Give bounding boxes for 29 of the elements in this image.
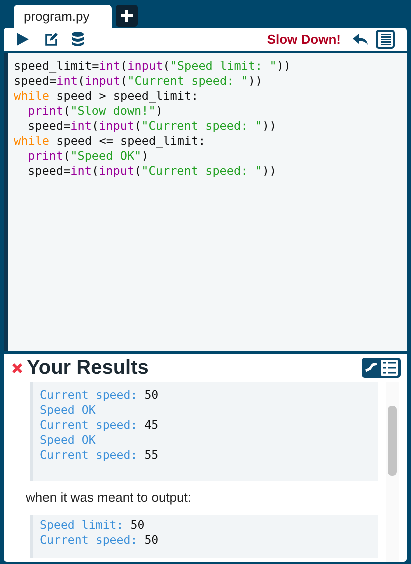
code-line: while speed > speed_limit: xyxy=(14,89,200,104)
plus-icon xyxy=(120,9,134,23)
scrollbar-thumb[interactable] xyxy=(388,406,397,476)
add-tab-button[interactable] xyxy=(116,5,138,27)
graph-icon[interactable] xyxy=(365,363,378,373)
code-line: speed=int(input("Current speed: ")) xyxy=(27,164,278,179)
edit-icon[interactable] xyxy=(45,33,58,46)
play-icon[interactable] xyxy=(16,33,29,46)
output-line: Speed OK xyxy=(40,433,97,448)
code-line: print("Slow down!") xyxy=(27,104,164,119)
output-line: Current speed: 55 xyxy=(40,448,160,463)
output-message: when it was meant to output: xyxy=(26,489,192,507)
code-line: speed=int(input("Current speed: ")) xyxy=(27,119,278,134)
code-line: speed_limit=int(input("Speed limit: ")) xyxy=(14,59,292,74)
output-line: Speed limit: 50 xyxy=(40,518,146,532)
output-line: Current speed: 50 xyxy=(40,532,160,548)
menu-button[interactable] xyxy=(376,30,395,49)
output-line: Speed OK xyxy=(40,403,97,418)
output-line: Current speed: 45 xyxy=(40,418,160,433)
database-icon[interactable] xyxy=(72,32,84,47)
code-line: while speed <= speed_limit: xyxy=(14,134,207,149)
code-line: speed=int(input("Current speed: ")) xyxy=(14,74,264,89)
file-tab[interactable]: program.py xyxy=(14,5,112,28)
undo-icon[interactable] xyxy=(353,34,368,46)
results-title: Your Results xyxy=(27,356,149,381)
output-line: Current speed: 50 xyxy=(40,388,160,403)
checklist-icon[interactable] xyxy=(381,360,398,376)
code-line: print("Speed OK") xyxy=(27,149,150,164)
status-message: Slow Down! xyxy=(267,30,341,49)
